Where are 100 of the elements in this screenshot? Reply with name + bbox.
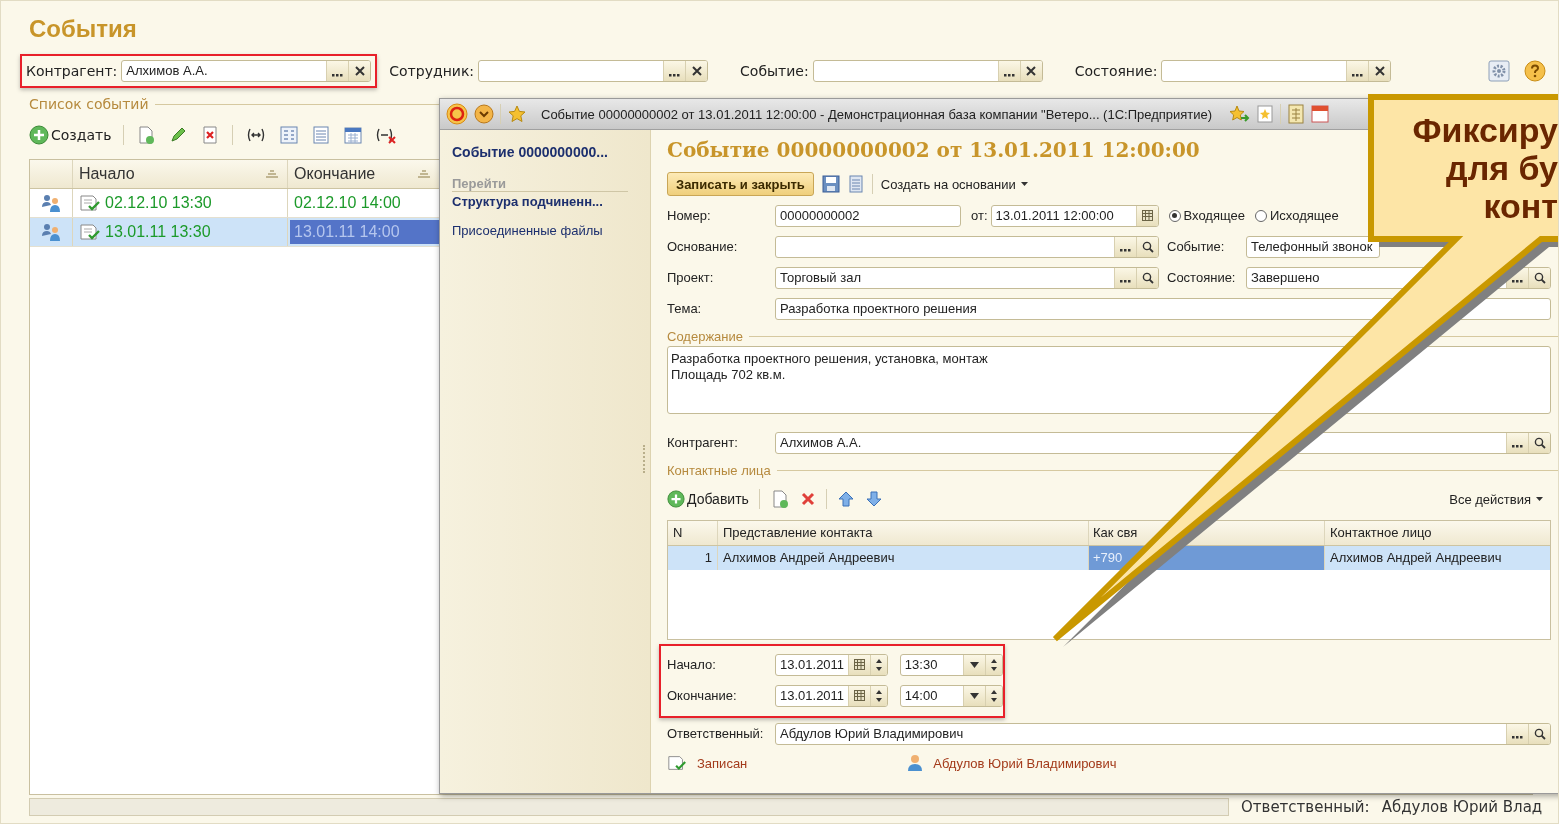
time-field[interactable]: 13:30	[899, 653, 1003, 676]
nav-current-item[interactable]: Событие 0000000000...	[452, 144, 650, 160]
field-label: от:	[971, 208, 988, 223]
search-button[interactable]	[1528, 723, 1550, 744]
caret-icon	[970, 661, 979, 668]
caret-icon	[1020, 182, 1028, 186]
choose-button[interactable]	[663, 61, 686, 81]
table-cell: 13.01.11 13:30	[73, 218, 288, 246]
scrollbar[interactable]	[29, 798, 1229, 816]
column-header[interactable]: N	[668, 521, 718, 545]
filter-field[interactable]	[478, 60, 709, 82]
radio-option[interactable]: Входящее	[1168, 208, 1245, 223]
settings-icon[interactable]	[1488, 60, 1510, 82]
callout-text: Фиксиру для бу конт	[1412, 111, 1558, 225]
filter-field[interactable]	[812, 60, 1043, 82]
time-field[interactable]: 14:00	[899, 684, 1003, 707]
calendar-icon[interactable]	[1311, 104, 1330, 124]
field-label: Окончание:	[667, 688, 738, 703]
create-based-button[interactable]: Создать на основании	[880, 176, 1028, 192]
close-icon	[1026, 66, 1037, 76]
radio-option[interactable]: Исходящее	[1255, 208, 1339, 223]
filter-label: Сотрудник:	[389, 63, 475, 79]
arrow-up-icon[interactable]	[836, 490, 855, 508]
radio-button[interactable]	[1168, 209, 1181, 222]
star-arrow-icon[interactable]	[1228, 104, 1251, 124]
ellipsis-icon	[1512, 736, 1523, 739]
field-label: Событие:	[1166, 239, 1226, 254]
help-icon[interactable]	[1524, 60, 1546, 82]
filter-field[interactable]: Алхимов А.А.	[121, 60, 372, 82]
choose-button[interactable]	[1506, 723, 1528, 744]
calendar-button[interactable]	[848, 654, 870, 675]
column-header[interactable]: Начало	[73, 160, 288, 188]
people-icon	[40, 222, 62, 242]
dropdown-icon[interactable]	[474, 104, 494, 124]
calendar-button[interactable]	[1135, 205, 1158, 226]
choose-button[interactable]	[1346, 61, 1369, 81]
search-button[interactable]	[1528, 267, 1550, 288]
responsible-field[interactable]: Абдулов Юрий Владимирович	[775, 722, 1551, 745]
search-button[interactable]	[1528, 432, 1550, 453]
dropdown-button[interactable]	[963, 654, 985, 675]
all-actions-button[interactable]: Все действия	[1449, 491, 1543, 507]
clear-button[interactable]	[348, 61, 371, 81]
choose-button[interactable]	[1114, 236, 1136, 257]
spin-button[interactable]	[985, 685, 1002, 706]
basis-field[interactable]	[775, 235, 1159, 258]
choose-button[interactable]	[1506, 432, 1528, 453]
ellipsis-icon	[1512, 280, 1523, 283]
calendar-icon	[854, 659, 866, 670]
column-header[interactable]: Контактное лицо	[1325, 521, 1550, 545]
field-label: Начало:	[667, 657, 717, 672]
calendar-icon[interactable]	[343, 125, 364, 145]
spin-button[interactable]	[985, 654, 1002, 675]
column-header[interactable]: Представление контакта	[718, 521, 1089, 545]
status-text: Записан	[697, 755, 748, 771]
filter-label: Состояние:	[1074, 63, 1158, 79]
project-field[interactable]: Торговый зал	[775, 266, 1159, 289]
nav-link[interactable]: Присоединенные файлы	[452, 223, 650, 238]
date-field[interactable]: 13.01.2011	[775, 684, 888, 707]
page-title: События	[29, 15, 138, 44]
window-title: Событие 00000000002 от 13.01.2011 12:00:00 - Демонстрационная база компании "Ветеро... (1С:Предприятие)	[541, 106, 1213, 122]
date-field[interactable]: 13.01.2011 12:00:00	[990, 204, 1159, 227]
delete-icon[interactable]	[799, 491, 816, 507]
ellipsis-icon	[1120, 280, 1131, 283]
group-title: Содержание	[667, 328, 743, 344]
add-button[interactable]: Добавить	[667, 490, 749, 508]
search-icon	[1533, 436, 1546, 449]
ellipsis-icon	[1512, 445, 1523, 448]
star-icon[interactable]	[507, 104, 527, 124]
date-field[interactable]: 13.01.2011	[775, 653, 888, 676]
splitter-handle[interactable]	[643, 445, 648, 473]
contractor-field[interactable]: Алхимов А.А.	[775, 431, 1551, 454]
search-button[interactable]	[1136, 236, 1158, 257]
clear-button[interactable]	[685, 61, 708, 81]
radio-button[interactable]	[1255, 209, 1267, 222]
content-text-area[interactable]: Разработка проектного решения, установка, монтаж Площадь 702 кв.м.	[667, 346, 1551, 414]
clear-button[interactable]	[1368, 61, 1391, 81]
number-field[interactable]: 00000000002	[775, 204, 961, 227]
filter-field[interactable]	[1161, 60, 1392, 82]
field-label: Проект:	[667, 270, 715, 285]
document-check-icon	[667, 754, 687, 772]
field-label: Номер:	[667, 208, 712, 223]
arrow-down-icon[interactable]	[864, 490, 883, 508]
choose-button[interactable]	[326, 61, 349, 81]
save-close-button[interactable]: Записать и закрыть	[667, 172, 814, 196]
create-button[interactable]: Создать	[29, 125, 112, 145]
search-icon	[1533, 727, 1546, 740]
app-logo-icon[interactable]	[446, 103, 468, 125]
search-button[interactable]	[1136, 267, 1158, 288]
dropdown-button[interactable]	[963, 685, 985, 706]
event-field[interactable]: Телефонный звонок	[1246, 235, 1380, 258]
clear-button[interactable]	[1019, 61, 1042, 81]
caret-icon	[970, 692, 979, 699]
save-icon[interactable]	[821, 175, 840, 193]
nav-link[interactable]: Структура подчиненн...	[452, 194, 650, 209]
table-cell: 02.12.10 13:30	[73, 189, 288, 217]
calendar-button[interactable]	[848, 685, 870, 706]
choose-button[interactable]	[997, 61, 1020, 81]
choose-button[interactable]	[1114, 267, 1136, 288]
filter-label: Событие:	[740, 63, 809, 79]
table-cell-text: Алхимов Андрей Андреевич	[1329, 549, 1503, 567]
